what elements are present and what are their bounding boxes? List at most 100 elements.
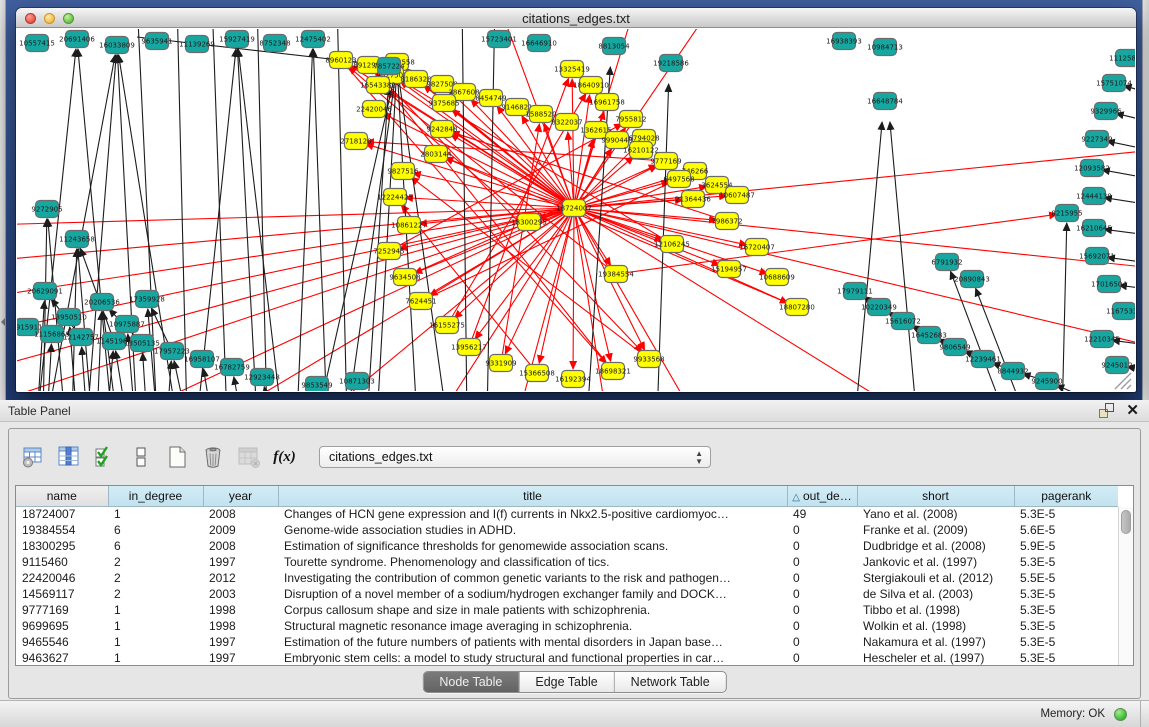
network-node[interactable]: 15723401 <box>481 31 517 48</box>
table-cell[interactable]: 5.6E-5 <box>1014 522 1118 538</box>
selected-node[interactable]: 7986372 <box>711 213 742 230</box>
panel-expand-arrow-icon[interactable] <box>1 318 5 326</box>
table-row[interactable]: 1456911722003Disruption of a novel membe… <box>16 586 1118 602</box>
table-cell[interactable]: 5.3E-5 <box>1014 506 1118 522</box>
table-cell[interactable]: 5.3E-5 <box>1014 586 1118 602</box>
memory-ok-indicator[interactable] <box>1114 708 1127 721</box>
table-selector-dropdown[interactable]: citations_edges.txt ▲▼ <box>319 446 711 468</box>
table-cell[interactable]: 5.3E-5 <box>1014 602 1118 618</box>
column-header-title[interactable]: title <box>278 486 787 506</box>
network-node[interactable]: 17359928 <box>129 291 165 308</box>
column-header-out_de[interactable]: △out_de… <box>787 486 857 506</box>
table-cell[interactable]: Hescheler et al. (1997) <box>857 650 1014 666</box>
unselect-rows-icon[interactable] <box>127 444 154 471</box>
table-cell[interactable]: 1 <box>108 618 203 634</box>
table-cell[interactable]: 2012 <box>203 570 278 586</box>
table-cell[interactable]: 2008 <box>203 538 278 554</box>
table-row[interactable]: 911546021997Tourette syndrome. Phenomeno… <box>16 554 1118 570</box>
table-cell[interactable]: 1997 <box>203 554 278 570</box>
table-cell[interactable]: Yano et al. (2008) <box>857 506 1014 522</box>
table-cell[interactable]: 9463627 <box>16 650 108 666</box>
table-scrollbar[interactable] <box>1118 507 1133 665</box>
network-node[interactable]: 9245012 <box>1101 357 1132 374</box>
network-node[interactable]: 7857224 <box>373 58 405 75</box>
table-cell[interactable]: 1998 <box>203 618 278 634</box>
table-cell[interactable]: Embryonic stem cells: a model to study s… <box>278 650 787 666</box>
table-cell[interactable]: Estimation of significance thresholds fo… <box>278 538 787 554</box>
table-cell[interactable]: 2008 <box>203 506 278 522</box>
select-all-icon[interactable] <box>91 444 118 471</box>
table-cell[interactable]: 49 <box>787 506 857 522</box>
network-node[interactable]: 12210345 <box>1084 331 1120 348</box>
table-cell[interactable]: Jankovic et al. (1997) <box>857 554 1014 570</box>
table-settings-icon[interactable] <box>19 444 46 471</box>
network-node[interactable]: 8844932 <box>997 363 1028 380</box>
window-resize-grip[interactable] <box>1121 379 1131 389</box>
table-cell[interactable]: Dudbridge et al. (2008) <box>857 538 1014 554</box>
table-row[interactable]: 969969511998Structural magnetic resonanc… <box>16 618 1118 634</box>
table-row[interactable]: 1938455462009Genome-wide association stu… <box>16 522 1118 538</box>
table-row[interactable]: 1830029562008Estimation of significance … <box>16 538 1118 554</box>
selected-node[interactable]: 9827516 <box>387 163 419 180</box>
table-cell[interactable]: 0 <box>787 634 857 650</box>
table-cell[interactable]: 5.3E-5 <box>1014 554 1118 570</box>
network-node[interactable]: 17016504 <box>1091 276 1127 293</box>
selected-node[interactable]: 8322037 <box>551 114 582 131</box>
network-node[interactable]: 11125834 <box>1109 50 1135 67</box>
window-resize-grip[interactable] <box>1127 385 1131 389</box>
network-canvas[interactable]: 8960123891295412260558982750381863281654… <box>17 29 1135 391</box>
selected-node[interactable]: 9777169 <box>650 153 681 170</box>
selected-node[interactable]: 16961758 <box>589 94 625 111</box>
table-cell[interactable]: 2009 <box>203 522 278 538</box>
network-node[interactable]: 20890843 <box>954 271 990 288</box>
table-cell[interactable]: de Silva et al. (2003) <box>857 586 1014 602</box>
selected-node[interactable]: 6497568 <box>663 171 694 188</box>
network-node[interactable]: 11675334 <box>1106 303 1135 320</box>
network-node[interactable]: 16938393 <box>826 33 862 50</box>
table-cell[interactable]: 1997 <box>203 634 278 650</box>
network-node[interactable]: 12475402 <box>295 31 331 48</box>
table-cell[interactable]: 1 <box>108 634 203 650</box>
table-panel-header[interactable]: Table Panel ✕ <box>0 400 1149 422</box>
network-node[interactable]: 15751074 <box>1096 75 1132 92</box>
table-cell[interactable]: Wolkin et al. (1998) <box>857 618 1014 634</box>
table-cell[interactable]: 9115460 <box>16 554 108 570</box>
table-cell[interactable]: Genome-wide association studies in ADHD. <box>278 522 787 538</box>
network-node[interactable]: 9329966 <box>1090 103 1122 120</box>
network-node[interactable]: 16646910 <box>521 35 557 52</box>
selected-node[interactable]: 15366508 <box>519 365 555 382</box>
network-node[interactable]: 9272905 <box>31 201 62 218</box>
table-cell[interactable]: 0 <box>787 586 857 602</box>
table-cell[interactable]: Estimation of the future numbers of pati… <box>278 634 787 650</box>
table-cell[interactable]: 0 <box>787 570 857 586</box>
network-node[interactable]: 10975887 <box>109 316 145 333</box>
selected-node[interactable]: 21364436 <box>675 191 711 208</box>
table-row[interactable]: 1872400712008Changes of HCN gene express… <box>16 506 1118 522</box>
table-cell[interactable]: 9777169 <box>16 602 108 618</box>
table-cell[interactable]: Structural magnetic resonance image aver… <box>278 618 787 634</box>
selected-node[interactable]: 12106245 <box>654 236 690 253</box>
tab-node-table[interactable]: Node Table <box>423 672 519 692</box>
tab-network-table[interactable]: Network Table <box>615 672 726 692</box>
table-cell[interactable]: 0 <box>787 650 857 666</box>
network-node[interactable]: 16033809 <box>99 37 135 54</box>
table-cell[interactable]: 5.3E-5 <box>1014 634 1118 650</box>
column-select-icon[interactable] <box>55 444 82 471</box>
selected-node[interactable]: 9242848 <box>426 121 457 138</box>
table-row[interactable]: 2242004622012Investigating the contribut… <box>16 570 1118 586</box>
selected-node[interactable]: 16192394 <box>555 371 591 388</box>
table-cell[interactable]: 0 <box>787 554 857 570</box>
table-cell[interactable]: 0 <box>787 602 857 618</box>
network-node[interactable]: 15616072 <box>885 313 921 330</box>
table-cell[interactable]: 5.5E-5 <box>1014 570 1118 586</box>
tab-edge-table[interactable]: Edge Table <box>519 672 614 692</box>
table-cell[interactable]: 5.9E-5 <box>1014 538 1118 554</box>
selected-node[interactable]: 7252945 <box>373 243 404 260</box>
table-cell[interactable]: Nakamura et al. (1997) <box>857 634 1014 650</box>
selected-node[interactable]: 7955812 <box>615 111 646 128</box>
table-cell[interactable]: Franke et al. (2009) <box>857 522 1014 538</box>
network-view-window[interactable]: citations_edges.txt 89601238912954122605… <box>16 8 1136 392</box>
network-node[interactable]: 15927419 <box>219 31 255 48</box>
table-cell[interactable]: 1 <box>108 506 203 522</box>
network-node[interactable]: 12093582 <box>1074 160 1110 177</box>
